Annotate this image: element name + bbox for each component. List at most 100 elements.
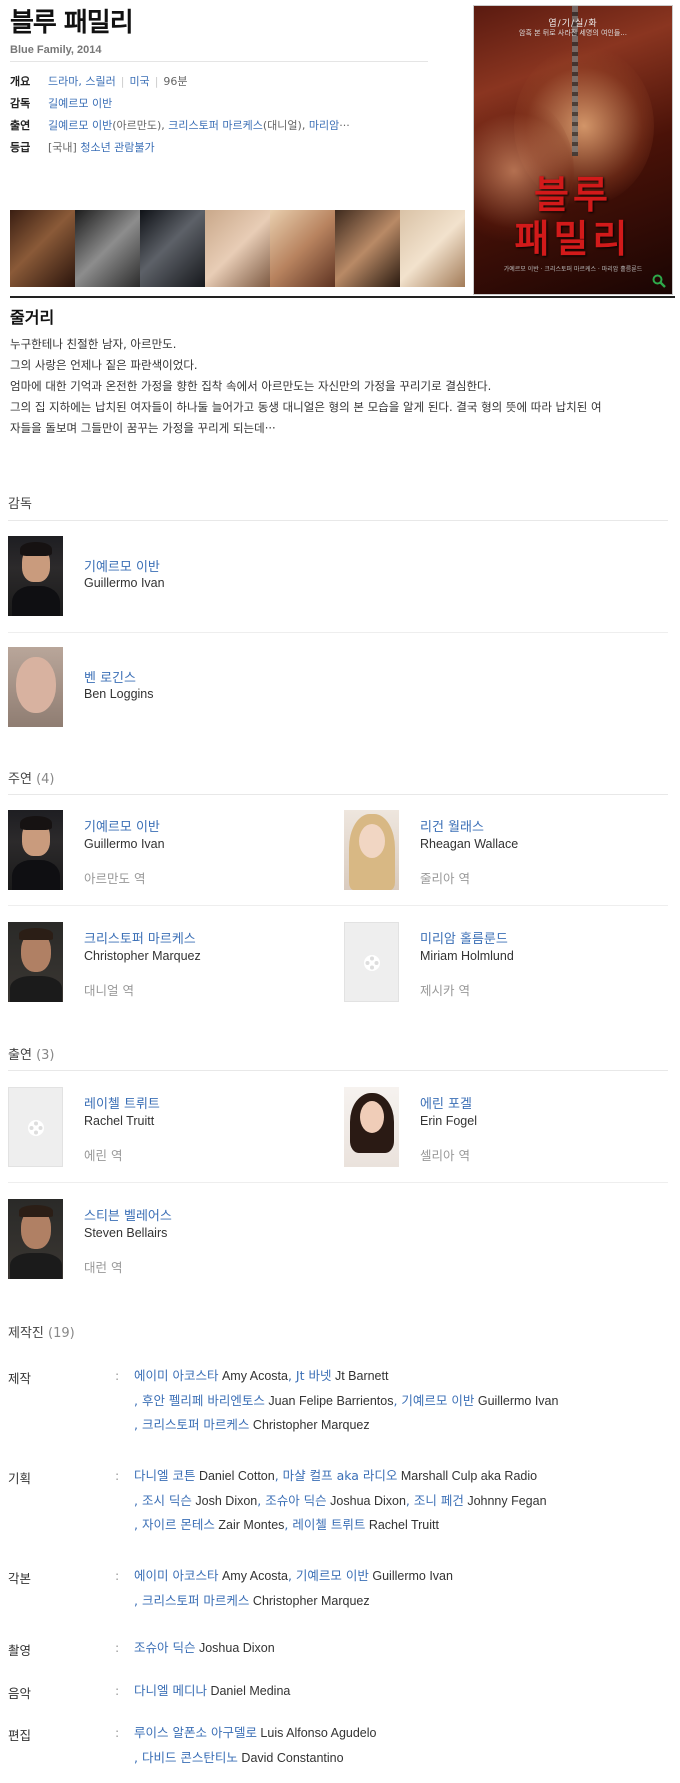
crew-person-link[interactable]: 루이스 알폰소 아구델로 <box>134 1725 257 1740</box>
crew-person-english: Guillermo Ivan <box>474 1393 559 1408</box>
crew-person-link[interactable]: 조시 딕슨 <box>142 1493 192 1508</box>
synopsis-line: 그의 집 지하에는 납치된 여자들이 하나둘 늘어가고 동생 대니얼은 형의 본… <box>10 400 602 414</box>
rating-link[interactable]: 청소년 관람불가 <box>80 141 154 154</box>
person-name[interactable]: 미리암 홀름룬드 <box>420 928 508 947</box>
supporting-card-1[interactable]: 레이첼 트뤼트 Rachel Truitt 에린 역 <box>8 1087 308 1167</box>
director-card-2[interactable]: 벤 로긴스 Ben Loggins <box>8 647 308 727</box>
country-link[interactable]: 미국 <box>129 75 149 88</box>
crew-person-link[interactable]: 후안 펠리페 바리엔토스 <box>142 1393 265 1408</box>
crew-person-english: Josh Dixon <box>191 1493 258 1508</box>
still-image[interactable] <box>335 210 400 287</box>
genre-link[interactable]: 드라마, 스릴러 <box>48 75 116 88</box>
crew-values: 에이미 아코스타 Amy Acosta, Jt 바넷 Jt Barnett , … <box>134 1368 559 1432</box>
still-image[interactable] <box>205 210 270 287</box>
synopsis-line: 누구한테나 친절한 남자, 아르만도. <box>10 337 177 351</box>
crew-person-english: Jt Barnett <box>331 1369 389 1383</box>
crew-label: 촬영 <box>8 1643 32 1658</box>
section-line <box>8 520 668 521</box>
zoom-icon[interactable] <box>652 274 666 288</box>
crew-person-english: David Constantino <box>237 1750 344 1765</box>
cast-link-2[interactable]: 크리스토퍼 마르케스 <box>168 119 263 132</box>
crew-person-link[interactable]: 크리스토퍼 마르케스 <box>142 1593 249 1608</box>
crew-person-link[interactable]: Jt 바넷 <box>296 1368 332 1383</box>
crew-person-link[interactable]: 조슈아 딕슨 <box>265 1493 326 1508</box>
info-overview-label: 개요 <box>10 75 31 88</box>
person-name[interactable]: 리건 월래스 <box>420 816 484 835</box>
row-line <box>8 1182 668 1183</box>
person-role: 대런 역 <box>84 1260 123 1275</box>
person-name[interactable]: 크리스토퍼 마르케스 <box>84 928 196 947</box>
crew-person-link[interactable]: 조니 페건 <box>414 1493 464 1508</box>
crew-colon: : <box>115 1683 120 1698</box>
cast-link-3[interactable]: 마리암 <box>309 119 339 132</box>
person-photo[interactable] <box>8 922 63 1002</box>
lead-card-1[interactable]: 기예르모 이반 Guillermo Ivan 아르만도 역 <box>8 810 308 890</box>
crew-person-english: Daniel Cotton <box>195 1469 275 1483</box>
lead-card-4[interactable]: 미리암 홀름룬드 Miriam Holmlund 제시카 역 <box>344 922 644 1002</box>
cast-more[interactable]: ··· <box>339 119 350 132</box>
supporting-count: (3) <box>36 1048 55 1063</box>
crew-person-link[interactable]: 다니엘 메디나 <box>134 1683 207 1698</box>
person-english-name: Ben Loggins <box>84 687 154 701</box>
movie-poster[interactable]: 엽/기/실/화 암흑 본 뒤로 사라진 세명의 여인들... 블루 패밀리 가예… <box>473 5 673 295</box>
crew-colon: : <box>115 1640 120 1655</box>
comma: , <box>301 119 309 132</box>
person-photo[interactable] <box>8 810 63 890</box>
cast-role-2: (대니얼) <box>262 119 302 132</box>
crew-person-english: Joshua Dixon <box>326 1493 406 1508</box>
person-name[interactable]: 스티븐 벨레어스 <box>84 1205 172 1224</box>
crew-values: 조슈아 딕슨 Joshua Dixon <box>134 1636 674 1661</box>
still-image[interactable] <box>75 210 140 287</box>
crew-heading-text: 제작진 <box>8 1326 44 1341</box>
crew-person-link[interactable]: 자이르 몬테스 <box>142 1517 215 1532</box>
director-card-1[interactable]: 기예르모 이반 Guillermo Ivan <box>8 536 308 616</box>
crew-person-link[interactable]: 조슈아 딕슨 <box>134 1640 195 1655</box>
person-photo[interactable] <box>344 810 399 890</box>
person-name[interactable]: 벤 로긴스 <box>84 667 136 686</box>
crew-colon: : <box>115 1568 120 1583</box>
person-english-name: Steven Bellairs <box>84 1226 168 1240</box>
supporting-card-2[interactable]: 에린 포겔 Erin Fogel 셀리아 역 <box>344 1087 644 1167</box>
cast-link-1[interactable]: 길예르모 이반 <box>48 119 112 132</box>
crew-person-link[interactable]: 레이첼 트뤼트 <box>292 1517 365 1532</box>
person-name[interactable]: 레이첼 트뤼트 <box>84 1093 160 1112</box>
lead-card-2[interactable]: 리건 월래스 Rheagan Wallace 줄리아 역 <box>344 810 644 890</box>
crew-label: 제작 <box>8 1371 32 1386</box>
person-photo-placeholder[interactable] <box>8 1087 63 1167</box>
person-photo[interactable] <box>8 647 63 727</box>
still-image[interactable] <box>400 210 465 287</box>
lead-card-3[interactable]: 크리스토퍼 마르케스 Christopher Marquez 대니얼 역 <box>8 922 308 1002</box>
person-photo[interactable] <box>8 536 63 616</box>
synopsis-line: 자들을 돌보며 그들만이 꿈꾸는 가정을 꾸리게 되는데··· <box>10 421 276 435</box>
crew-person-link[interactable]: 에이미 아코스타 <box>134 1568 218 1583</box>
person-english-name: Christopher Marquez <box>84 949 201 963</box>
director-link[interactable]: 길예르모 이반 <box>48 97 112 110</box>
info-director-row: 감독 길예르모 이반 <box>10 96 112 112</box>
person-english-name: Miriam Holmlund <box>420 949 514 963</box>
crew-label: 편집 <box>8 1728 32 1743</box>
supporting-card-3[interactable]: 스티븐 벨레어스 Steven Bellairs 대런 역 <box>8 1199 308 1279</box>
crew-person-link[interactable]: 에이미 아코스타 <box>134 1368 218 1383</box>
synopsis-title: 줄거리 <box>10 308 55 327</box>
crew-person-link[interactable]: 기예르모 이반 <box>401 1393 474 1408</box>
crew-person-link[interactable]: 마샬 컬프 aka 라디오 <box>283 1468 398 1483</box>
still-image[interactable] <box>270 210 335 287</box>
person-photo-placeholder[interactable] <box>344 922 399 1002</box>
crew-person-link[interactable]: 크리스토퍼 마르케스 <box>142 1417 249 1432</box>
crew-heading: 제작진 (19) <box>8 1322 75 1341</box>
info-cast-row: 출연 길예르모 이반(아르만도), 크리스토퍼 마르케스(대니얼), 마리암··· <box>10 118 350 134</box>
still-image[interactable] <box>140 210 205 287</box>
crew-person-link[interactable]: 다비드 콘스탄티노 <box>142 1750 238 1765</box>
person-name[interactable]: 에린 포겔 <box>420 1093 472 1112</box>
person-name[interactable]: 기예르모 이반 <box>84 816 160 835</box>
crew-person-link[interactable]: 다니엘 코튼 <box>134 1468 195 1483</box>
person-photo[interactable] <box>8 1199 63 1279</box>
person-photo[interactable] <box>344 1087 399 1167</box>
poster-credits: 가예르모 이반 · 크리스토퍼 마르케스 · 마리암 홀름룬드 <box>503 266 643 273</box>
crew-label: 음악 <box>8 1686 32 1701</box>
still-image[interactable] <box>10 210 75 287</box>
person-role: 줄리아 역 <box>420 871 470 886</box>
crew-colon: : <box>115 1368 120 1383</box>
person-name[interactable]: 기예르모 이반 <box>84 556 160 575</box>
crew-person-link[interactable]: 기예르모 이반 <box>296 1568 369 1583</box>
